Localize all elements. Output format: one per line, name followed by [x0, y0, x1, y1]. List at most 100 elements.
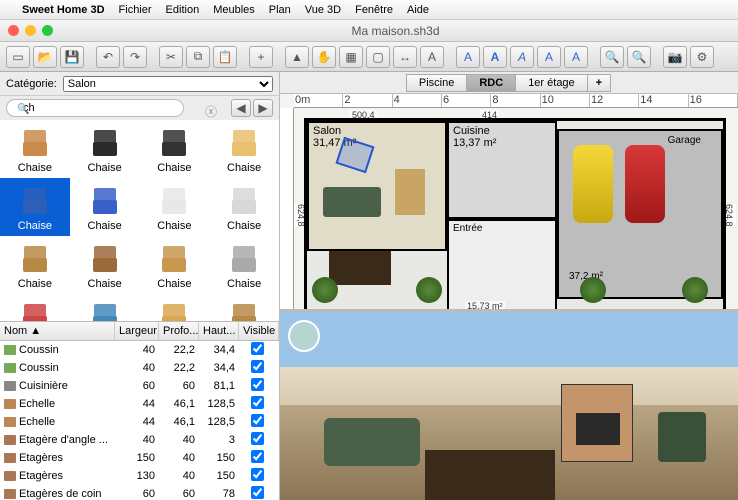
visible-checkbox[interactable]	[251, 360, 264, 373]
furniture-row[interactable]: Etagères15040150	[0, 449, 279, 467]
undo-button[interactable]: ↶	[96, 46, 120, 68]
preferences-button[interactable]: ⚙	[690, 46, 714, 68]
tab-rdc[interactable]: RDC	[466, 74, 516, 92]
visible-checkbox[interactable]	[251, 396, 264, 409]
plan-sofa[interactable]	[323, 187, 381, 217]
catalog-item[interactable]: Chaise	[70, 120, 140, 178]
menu-meubles[interactable]: Meubles	[213, 4, 255, 16]
visible-checkbox[interactable]	[251, 378, 264, 391]
menu-aide[interactable]: Aide	[407, 4, 429, 16]
col-depth[interactable]: Profo...	[159, 322, 199, 340]
zoom-in-button[interactable]: 🔍	[627, 46, 651, 68]
plan-shelf[interactable]	[395, 169, 425, 215]
col-height[interactable]: Haut...	[199, 322, 239, 340]
sofa-3d	[324, 418, 420, 466]
menu-fenetre[interactable]: Fenêtre	[355, 4, 393, 16]
visible-checkbox[interactable]	[251, 414, 264, 427]
catalog-item[interactable]: Chaise	[140, 178, 210, 236]
zoom-out-button[interactable]: 🔍	[600, 46, 624, 68]
col-visible[interactable]: Visible	[239, 322, 279, 340]
furniture-row[interactable]: Coussin4022,234,4	[0, 341, 279, 359]
text-size-up-button[interactable]: A	[537, 46, 561, 68]
select-tool-button[interactable]: ▲	[285, 46, 309, 68]
search-next-button[interactable]: ▶	[253, 99, 273, 117]
dimension-tool-button[interactable]: ↔	[393, 46, 417, 68]
catalog-item[interactable]: Chaise	[209, 178, 279, 236]
text-italic-button[interactable]: A	[510, 46, 534, 68]
furniture-row[interactable]: Etagères13040150	[0, 467, 279, 485]
pan-tool-button[interactable]: ✋	[312, 46, 336, 68]
view-3d[interactable]	[280, 312, 738, 500]
col-width[interactable]: Largeur	[115, 322, 159, 340]
clear-search-button[interactable]: ⓧ	[205, 103, 217, 120]
add-level-button[interactable]: +	[587, 74, 611, 92]
furniture-row[interactable]: Cuisinière606081,1	[0, 377, 279, 395]
room-tool-button[interactable]: ▢	[366, 46, 390, 68]
system-menubar: Sweet Home 3D Fichier Edition Meubles Pl…	[0, 0, 738, 20]
visible-checkbox[interactable]	[251, 432, 264, 445]
close-window-button[interactable]	[8, 25, 19, 36]
app-name[interactable]: Sweet Home 3D	[22, 4, 105, 16]
furniture-row[interactable]: Echelle4446,1128,5	[0, 413, 279, 431]
visible-checkbox[interactable]	[251, 450, 264, 463]
text-size-down-button[interactable]: A	[564, 46, 588, 68]
menu-fichier[interactable]: Fichier	[119, 4, 152, 16]
car-yellow[interactable]	[573, 145, 613, 223]
text-style-button[interactable]: A	[456, 46, 480, 68]
wall-tool-button[interactable]: ▦	[339, 46, 363, 68]
catalog-item[interactable]: Chaise	[0, 236, 70, 294]
catalog-item[interactable]: Chaise	[209, 294, 279, 322]
search-prev-button[interactable]: ◀	[231, 99, 251, 117]
visible-checkbox[interactable]	[251, 468, 264, 481]
catalog-item[interactable]: Chaise	[209, 236, 279, 294]
catalog-item[interactable]: Chaise	[0, 294, 70, 322]
tab-1er-etage[interactable]: 1er étage	[515, 74, 587, 92]
catalog-search-input[interactable]	[6, 99, 184, 117]
menu-edition[interactable]: Edition	[166, 4, 200, 16]
plan-dining-table[interactable]	[329, 251, 391, 285]
text-bold-button[interactable]: A	[483, 46, 507, 68]
tab-piscine[interactable]: Piscine	[406, 74, 467, 92]
catalog-item[interactable]: Chaise	[140, 294, 210, 322]
copy-button[interactable]: ⧉	[186, 46, 210, 68]
catalog-item[interactable]: Chaise	[70, 294, 140, 322]
col-name[interactable]: Nom ▲	[0, 322, 115, 340]
visible-checkbox[interactable]	[251, 342, 264, 355]
cut-button[interactable]: ✂	[159, 46, 183, 68]
furniture-row[interactable]: Echelle4446,1128,5	[0, 395, 279, 413]
category-select[interactable]: Salon	[63, 76, 273, 92]
car-red[interactable]	[625, 145, 665, 223]
save-file-button[interactable]: 💾	[60, 46, 84, 68]
catalog-item[interactable]: Chaise	[209, 120, 279, 178]
compass-icon[interactable]	[288, 320, 320, 352]
catalog-item[interactable]: Chaise	[0, 120, 70, 178]
visible-checkbox[interactable]	[251, 486, 264, 499]
bush-icon	[580, 277, 606, 303]
snapshot-button[interactable]: 📷	[663, 46, 687, 68]
bush-icon	[416, 277, 442, 303]
zoom-window-button[interactable]	[42, 25, 53, 36]
new-file-button[interactable]: ▭	[6, 46, 30, 68]
open-file-button[interactable]: 📂	[33, 46, 57, 68]
fireplace	[561, 384, 633, 462]
paste-button[interactable]: 📋	[213, 46, 237, 68]
add-furniture-button[interactable]: +	[249, 46, 273, 68]
catalog-item[interactable]: Chaise	[0, 178, 70, 236]
document-title: Ma maison.sh3d	[53, 24, 738, 38]
minimize-window-button[interactable]	[25, 25, 36, 36]
furniture-row[interactable]: Etagère d'angle ...40403	[0, 431, 279, 449]
menu-plan[interactable]: Plan	[269, 4, 291, 16]
catalog-item[interactable]: Chaise	[70, 178, 140, 236]
plan-view[interactable]: 0m246810121416 500,4 414 624,8 624,8 Sal…	[280, 94, 738, 312]
catalog-item[interactable]: Chaise	[140, 236, 210, 294]
furniture-row[interactable]: Etagères de coin606078	[0, 485, 279, 500]
catalog-item[interactable]: Chaise	[140, 120, 210, 178]
furniture-list[interactable]: Nom ▲ Largeur Profo... Haut... Visible C…	[0, 322, 279, 500]
furniture-row[interactable]: Coussin4022,234,4	[0, 359, 279, 377]
catalog-item[interactable]: Chaise	[70, 236, 140, 294]
menu-vue3d[interactable]: Vue 3D	[305, 4, 341, 16]
furniture-catalog[interactable]: ChaiseChaiseChaiseChaiseChaiseChaiseChai…	[0, 120, 279, 322]
text-tool-button[interactable]: A	[420, 46, 444, 68]
category-label: Catégorie:	[6, 78, 57, 90]
redo-button[interactable]: ↷	[123, 46, 147, 68]
